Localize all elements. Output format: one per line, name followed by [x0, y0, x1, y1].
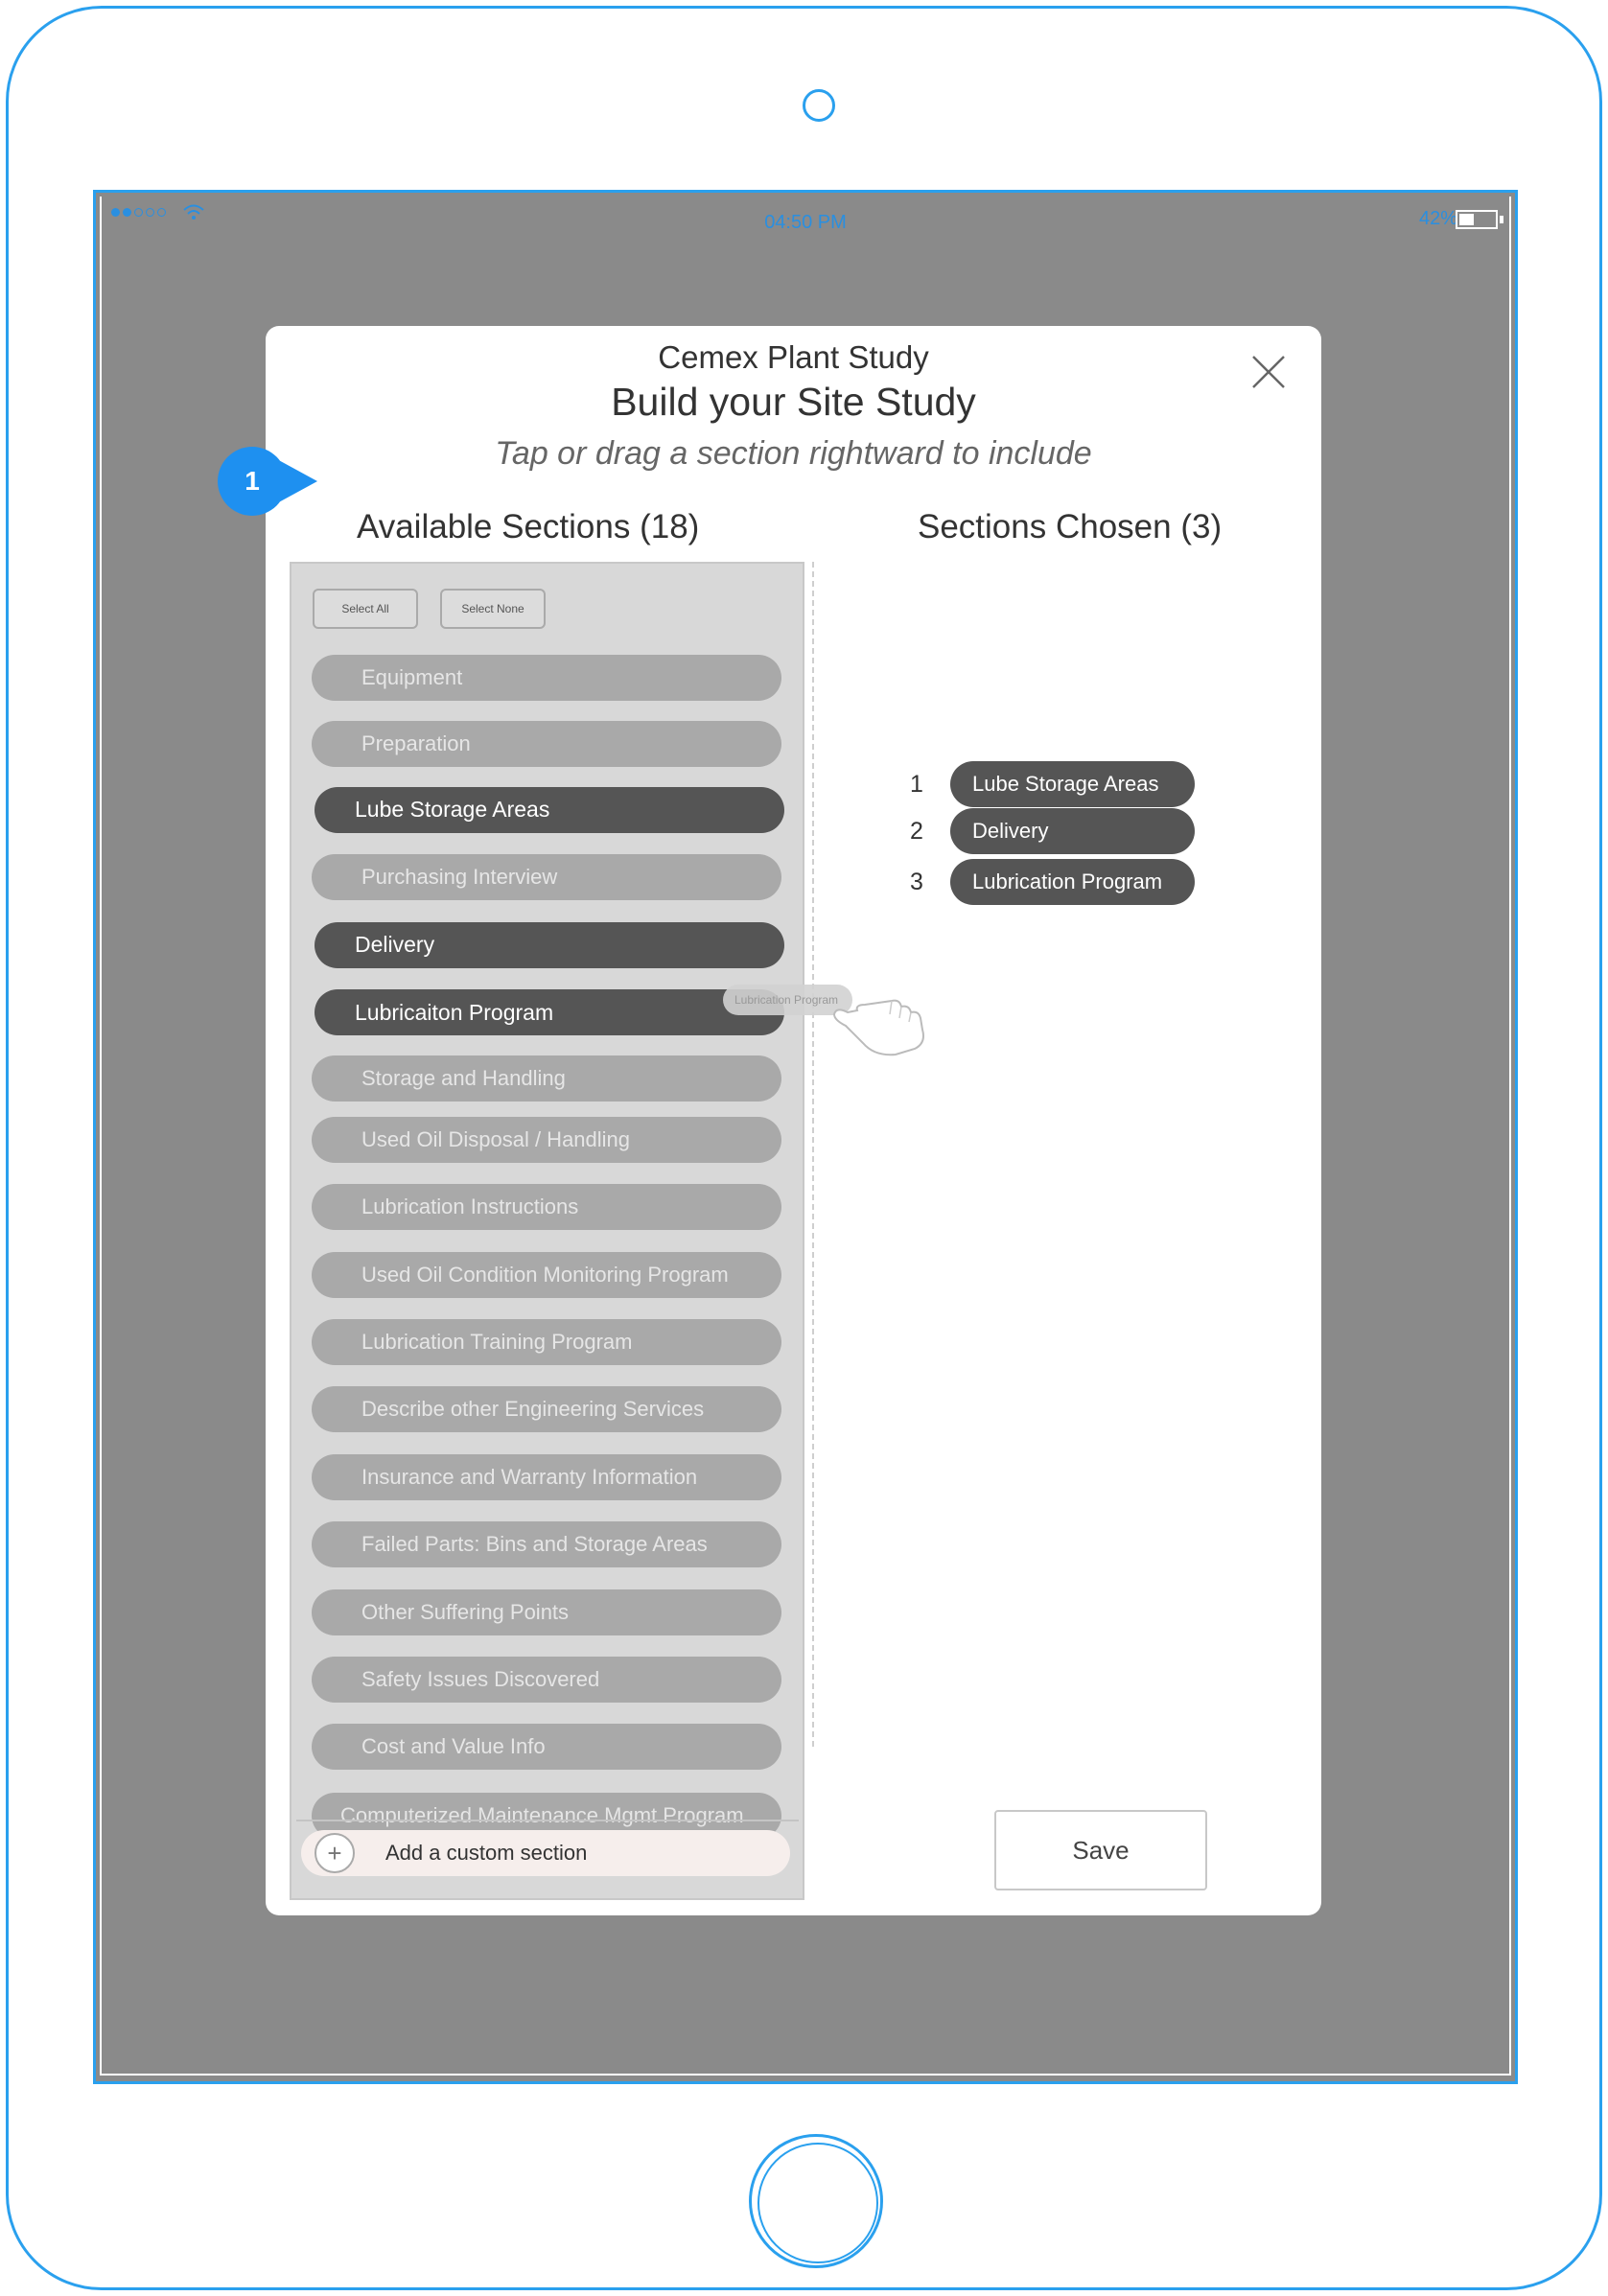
section-item[interactable]: Describe other Engineering Services — [312, 1386, 781, 1433]
chosen-section-number: 3 — [910, 868, 923, 895]
section-item[interactable]: Cost and Value Info — [312, 1724, 781, 1771]
section-item[interactable]: Failed Parts: Bins and Storage Areas — [312, 1521, 781, 1568]
chosen-section-pill[interactable]: Lube Storage Areas — [950, 761, 1195, 807]
callout-number: 1 — [245, 466, 260, 496]
section-item[interactable]: Used Oil Disposal / Handling — [312, 1116, 781, 1163]
chosen-sections-title: Sections Chosen (3) — [918, 508, 1223, 545]
section-item[interactable]: Lube Storage Areas — [315, 786, 784, 833]
section-item[interactable]: Preparation — [312, 721, 781, 767]
chosen-section-pill[interactable]: Lubrication Program — [950, 859, 1195, 905]
section-item[interactable]: Delivery — [315, 921, 784, 968]
chosen-section-number: 1 — [910, 770, 923, 798]
chosen-section-number: 2 — [910, 817, 923, 845]
chosen-section-item[interactable]: 1 Lube Storage Areas — [910, 761, 1195, 807]
drag-hand-icon — [832, 999, 924, 1056]
site-study-modal: Cemex Plant Study Build your Site Study … — [266, 326, 1321, 1915]
modal-title: Cemex Plant Study — [658, 339, 929, 375]
select-all-button[interactable]: Select All — [313, 589, 418, 629]
section-item[interactable]: Safety Issues Discovered — [312, 1657, 781, 1703]
add-custom-section-button[interactable]: + Add a custom section — [301, 1830, 790, 1876]
chosen-section-item[interactable]: 2 Delivery — [910, 808, 1195, 854]
column-divider — [812, 562, 814, 1747]
home-button[interactable] — [749, 2134, 883, 2268]
add-custom-section-label: Add a custom section — [385, 1841, 588, 1865]
status-bar: 04:50 PM 42% — [96, 193, 1515, 233]
section-item[interactable]: Lubrication Training Program — [312, 1319, 781, 1365]
list-divider — [296, 1820, 799, 1821]
section-item[interactable]: Storage and Handling — [312, 1055, 781, 1102]
section-item[interactable]: Lubrication Instructions — [312, 1184, 781, 1231]
battery-nub — [1500, 216, 1503, 223]
section-item[interactable]: Other Suffering Points — [312, 1589, 781, 1635]
callout-marker: 1 — [218, 447, 323, 516]
battery-icon — [1456, 210, 1498, 229]
camera-icon — [803, 89, 835, 122]
modal-subtitle: Tap or drag a section rightward to inclu… — [495, 435, 1092, 472]
section-item[interactable]: Lubricaiton Program — [315, 989, 784, 1035]
select-none-button[interactable]: Select None — [440, 589, 546, 629]
section-item[interactable]: Purchasing Interview — [312, 854, 781, 901]
section-item[interactable]: Used Oil Condition Monitoring Program — [312, 1251, 781, 1298]
chosen-section-item[interactable]: 3 Lubrication Program — [910, 859, 1195, 905]
available-sections-title: Available Sections (18) — [357, 508, 700, 545]
section-item[interactable]: Equipment — [312, 655, 781, 702]
save-button[interactable]: Save — [994, 1810, 1207, 1890]
status-time: 04:50 PM — [764, 212, 847, 233]
battery-percentage: 42% — [1418, 208, 1457, 229]
available-sections-list: Select All Select None Equipment Preparat… — [290, 562, 804, 1900]
plus-icon: + — [315, 1833, 355, 1873]
chosen-section-pill[interactable]: Delivery — [950, 808, 1195, 854]
modal-heading: Build your Site Study — [611, 380, 976, 424]
section-item[interactable]: Insurance and Warranty Information — [312, 1453, 781, 1500]
